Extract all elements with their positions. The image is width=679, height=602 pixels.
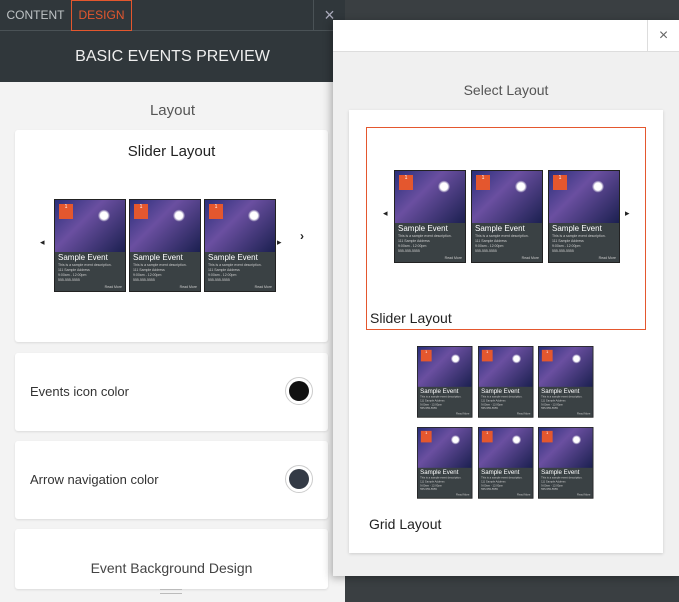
arrow-left-icon: ◂	[383, 208, 388, 218]
arrow-right-icon: ▸	[277, 237, 282, 247]
event-title: Sample Event	[541, 387, 580, 395]
event-more: Read More	[444, 256, 462, 260]
tab-content[interactable]: CONTENT	[0, 0, 71, 31]
resize-handle[interactable]	[160, 589, 182, 594]
event-badge: 1	[553, 175, 567, 190]
slider-layout-card[interactable]: Slider Layout 1 Sample Event This is a sam…	[15, 130, 328, 342]
event-title: Sample Event	[481, 387, 520, 395]
event-badge: 1	[420, 430, 432, 443]
layout-heading: Layout	[149, 102, 196, 119]
event-background-card[interactable]: Event Background Design	[15, 529, 328, 589]
arrow-nav-color-label: Arrow navigation color	[30, 472, 159, 487]
event-title: Sample Event	[58, 253, 108, 262]
event-card: 1 Sample Event This is a sample event desc…	[538, 346, 594, 418]
event-more: Read More	[598, 256, 616, 260]
tab-design[interactable]: DESIGN	[71, 0, 132, 31]
layout-options: Slider Layout 1 Sample Event This is a sam…	[349, 110, 663, 553]
event-title: Sample Event	[420, 387, 459, 395]
event-badge: 1	[481, 349, 493, 362]
event-badge: 1	[541, 430, 553, 443]
event-more: Read More	[179, 285, 197, 289]
event-card: 1 Sample Event This is a sample event desc…	[417, 346, 473, 418]
event-title: Sample Event	[541, 468, 580, 476]
event-more: Read More	[254, 285, 272, 289]
event-title: Sample Event	[481, 468, 520, 476]
event-phone: 555-555-5555	[481, 406, 498, 410]
layout-option-grid[interactable]: Grid Layout 1 Sample Event This is a sampl…	[366, 346, 646, 536]
events-icon-color-row[interactable]: Events icon color	[15, 353, 328, 431]
event-card: 1 Sample Event This is a sample event desc…	[204, 199, 276, 292]
event-phone: 555-555-5555	[58, 278, 80, 282]
event-card: 1 Sample Event This is a sample event desc…	[538, 427, 594, 499]
arrow-nav-color-swatch[interactable]	[285, 465, 313, 493]
event-badge: 1	[209, 204, 223, 219]
events-icon-color-swatch[interactable]	[285, 377, 313, 405]
panel-title: BASIC EVENTS PREVIEW	[0, 31, 345, 82]
event-title: Sample Event	[133, 253, 183, 262]
event-title: Sample Event	[398, 224, 448, 233]
event-background-heading: Event Background Design	[90, 560, 253, 576]
event-more: Read More	[104, 285, 122, 289]
event-phone: 555-555-5555	[541, 406, 558, 410]
arrow-nav-color-row[interactable]: Arrow navigation color	[15, 441, 328, 519]
event-card: 1 Sample Event This is a sample event desc…	[54, 199, 126, 292]
chevron-right-icon: ›	[300, 229, 304, 243]
layout-option-label: Slider Layout	[370, 310, 452, 326]
event-card: 1 Sample Event This is a sample event desc…	[478, 346, 534, 418]
event-badge: 1	[399, 175, 413, 190]
event-title: Sample Event	[420, 468, 459, 476]
event-phone: 555-555-5555	[420, 406, 437, 410]
event-more: Read More	[517, 412, 531, 416]
layout-option-slider[interactable]: Slider Layout 1 Sample Event This is a sam…	[366, 127, 646, 330]
event-card: 1 Sample Event This is a sample event desc…	[417, 427, 473, 499]
event-title: Sample Event	[208, 253, 258, 262]
arrow-left-icon: ◂	[40, 237, 45, 247]
layout-option-label: Grid Layout	[369, 516, 442, 532]
events-icon-color-label: Events icon color	[30, 384, 129, 399]
event-phone: 555-555-5555	[398, 249, 420, 253]
event-phone: 555-555-5555	[552, 249, 574, 253]
event-card: 1 Sample Event This is a sample event desc…	[548, 170, 620, 263]
event-phone: 555-555-5555	[133, 278, 155, 282]
event-more: Read More	[456, 412, 470, 416]
event-title: Sample Event	[475, 224, 525, 233]
event-card: 1 Sample Event This is a sample event desc…	[129, 199, 201, 292]
design-panel: CONTENT DESIGN × BASIC EVENTS PREVIEW La…	[0, 0, 345, 602]
popup-title: Select Layout	[463, 82, 549, 98]
event-badge: 1	[134, 204, 148, 219]
event-more: Read More	[521, 256, 539, 260]
event-badge: 1	[481, 430, 493, 443]
event-phone: 555-555-5555	[475, 249, 497, 253]
select-layout-popup: × Select Layout Slider Layout 1 Sample Ev…	[333, 20, 679, 576]
event-phone: 555-555-5555	[420, 487, 437, 491]
event-phone: 555-555-5555	[541, 487, 558, 491]
event-card: 1 Sample Event This is a sample event desc…	[478, 427, 534, 499]
event-more: Read More	[517, 493, 531, 497]
close-icon[interactable]: ×	[647, 20, 679, 52]
event-title: Sample Event	[552, 224, 602, 233]
event-more: Read More	[577, 412, 591, 416]
event-card: 1 Sample Event This is a sample event desc…	[471, 170, 543, 263]
event-badge: 1	[59, 204, 73, 219]
arrow-right-icon: ▸	[625, 208, 630, 218]
event-badge: 1	[541, 349, 553, 362]
tab-bar: CONTENT DESIGN ×	[0, 0, 345, 31]
event-more: Read More	[456, 493, 470, 497]
event-badge: 1	[420, 349, 432, 362]
event-more: Read More	[577, 493, 591, 497]
slider-preview: 1 Sample Event This is a sample event desc…	[15, 130, 328, 342]
event-phone: 555-555-5555	[208, 278, 230, 282]
event-card: 1 Sample Event This is a sample event desc…	[394, 170, 466, 263]
event-badge: 1	[476, 175, 490, 190]
event-phone: 555-555-5555	[481, 487, 498, 491]
